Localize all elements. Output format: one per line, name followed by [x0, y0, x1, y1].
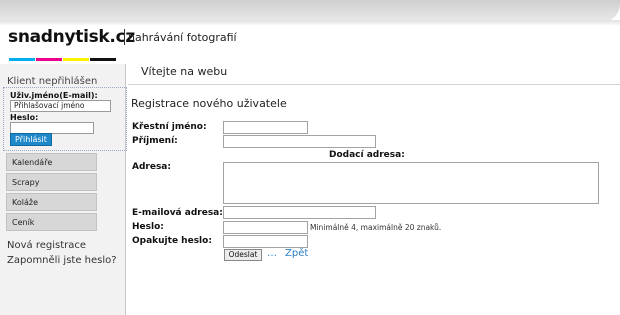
register-link[interactable]: Nová registrace	[7, 240, 86, 251]
forgot-password-link[interactable]: Zapomněli jste heslo?	[7, 255, 117, 266]
menu-item-collages[interactable]: Koláže	[6, 193, 97, 211]
password-field[interactable]	[223, 221, 308, 234]
back-link[interactable]: Zpět	[285, 248, 308, 259]
logo-mark-yellow	[63, 58, 89, 61]
page-title: Vítejte na webu	[141, 65, 228, 78]
menu-item-pricing[interactable]: Ceník	[6, 213, 97, 231]
username-input[interactable]: Přihlašovací jméno	[10, 100, 111, 112]
ellipsis-text: …	[267, 248, 277, 259]
last-name-input[interactable]	[223, 135, 376, 148]
menu-item-scraps[interactable]: Scrapy	[6, 173, 97, 191]
top-decor-bar	[0, 0, 620, 22]
submit-button[interactable]: Odeslat	[224, 249, 262, 261]
logo-color-marks	[9, 46, 121, 61]
first-name-input[interactable]	[223, 121, 308, 134]
top-decor-shadow	[0, 20, 620, 26]
address-textarea[interactable]	[223, 162, 599, 204]
password-field-label: Heslo:	[132, 222, 164, 232]
logo-mark-black	[90, 58, 116, 61]
logo-separator	[124, 29, 125, 45]
login-button[interactable]: Přihlásit	[10, 133, 52, 146]
site-subtitle: nahrávání fotografií	[128, 31, 237, 44]
password-repeat-label: Opakujte heslo:	[132, 236, 212, 246]
password-repeat-field[interactable]	[223, 235, 308, 248]
email-input[interactable]	[223, 206, 376, 219]
logo-mark-cyan	[9, 58, 35, 61]
title-divider	[128, 84, 620, 85]
address-label: Adresa:	[132, 162, 171, 172]
email-label: E-mailová adresa:	[132, 208, 223, 218]
logo-mark-magenta	[36, 58, 62, 61]
form-title: Registrace nového uživatele	[131, 97, 287, 110]
password-label: Heslo:	[10, 113, 39, 122]
first-name-label: Křestní jméno:	[132, 122, 207, 132]
menu-item-calendars[interactable]: Kalendáře	[6, 153, 97, 171]
delivery-address-heading: Dodací adresa:	[329, 150, 405, 160]
login-status: Klient nepřihlášen	[7, 76, 98, 87]
username-label: Uživ.jméno(E-mail):	[10, 91, 98, 100]
last-name-label: Příjmení:	[132, 136, 178, 146]
password-hint: Minimálně 4, maximálně 20 znaků.	[310, 223, 442, 232]
